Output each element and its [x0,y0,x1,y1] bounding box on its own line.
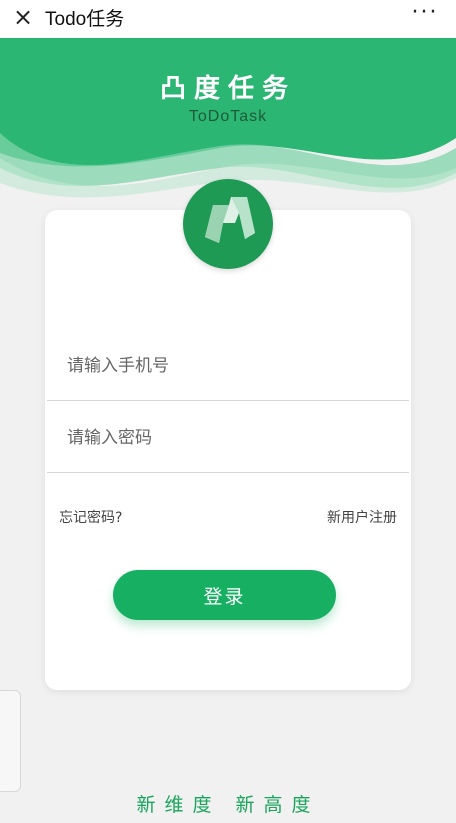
side-handle[interactable] [0,690,21,792]
footer-slogan: 新维度 新高度 [136,794,320,816]
brand-subtitle: ToDoTask [188,108,268,125]
phone-input[interactable] [65,350,389,382]
brand-title: 凸度任务 [159,74,296,104]
phone-field [47,330,409,401]
close-icon[interactable]: × [8,2,38,32]
password-input[interactable] [65,422,389,454]
app-logo-icon [183,179,273,269]
app-title: Todo任务 [45,9,125,30]
forgot-password-link[interactable]: 忘记密码? [59,507,122,527]
register-link[interactable]: 新用户注册 [327,507,397,527]
login-button[interactable]: 登录 [113,570,336,620]
login-card: 忘记密码? 新用户注册 登录 [45,210,411,690]
password-field [47,402,409,473]
more-options-icon[interactable]: ··· [408,0,442,30]
window-topbar: × Todo任务 ··· [0,0,456,38]
logo-glyph [205,197,255,243]
